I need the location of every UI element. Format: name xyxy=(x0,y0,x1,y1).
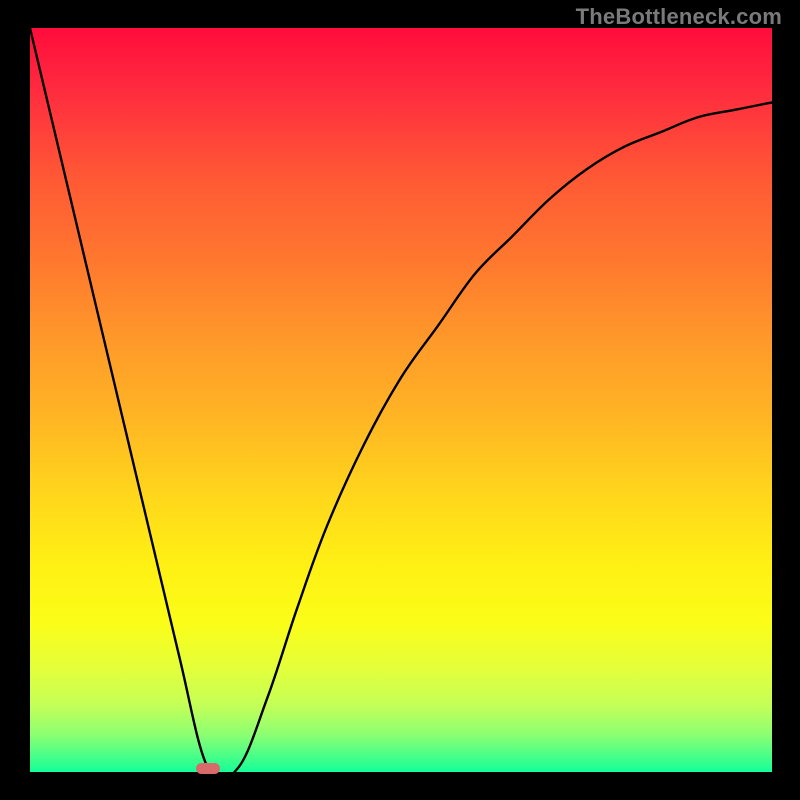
chart-frame: TheBottleneck.com xyxy=(0,0,800,800)
curve-svg xyxy=(30,28,772,772)
plot-area xyxy=(30,28,772,772)
curve-path xyxy=(30,28,772,781)
min-marker xyxy=(196,763,220,774)
watermark-text: TheBottleneck.com xyxy=(576,4,782,30)
